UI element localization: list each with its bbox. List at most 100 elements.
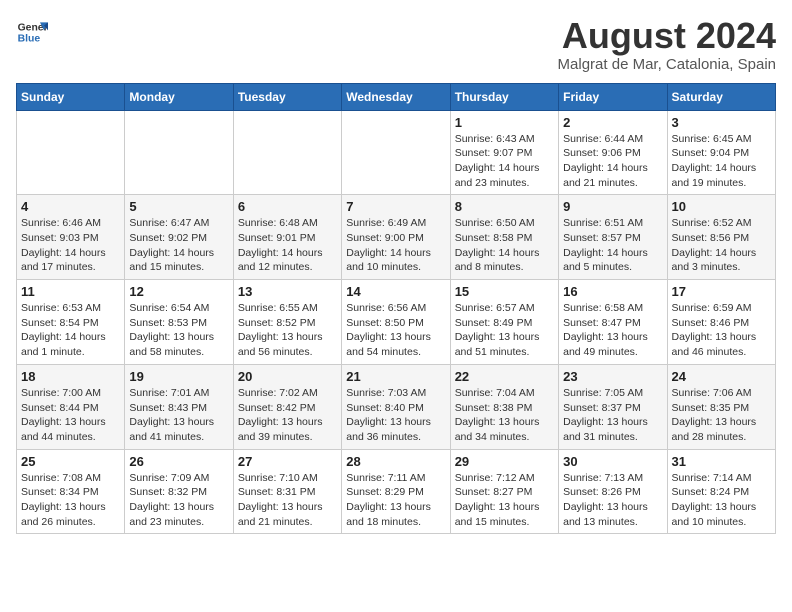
calendar-cell — [233, 110, 341, 195]
calendar-cell: 7 Sunrise: 6:49 AM Sunset: 9:00 PM Daylig… — [342, 195, 450, 280]
days-header-row: SundayMondayTuesdayWednesdayThursdayFrid… — [17, 83, 776, 110]
day-number: 17 — [672, 284, 771, 299]
day-number: 29 — [455, 454, 554, 469]
day-info: Sunrise: 7:09 AM Sunset: 8:32 PM Dayligh… — [129, 471, 228, 530]
day-number: 13 — [238, 284, 337, 299]
day-info: Sunrise: 7:02 AM Sunset: 8:42 PM Dayligh… — [238, 386, 337, 445]
day-number: 24 — [672, 369, 771, 384]
day-number: 14 — [346, 284, 445, 299]
day-number: 19 — [129, 369, 228, 384]
calendar-cell: 5Sunrise: 6:47 AM Sunset: 9:02 PM Daylig… — [125, 195, 233, 280]
calendar-week-row: 18 Sunrise: 7:00 AM Sunset: 8:44 PM Dayli… — [17, 364, 776, 449]
calendar-cell: 31Sunrise: 7:14 AM Sunset: 8:24 PM Dayli… — [667, 449, 775, 534]
day-info: Sunrise: 6:55 AM Sunset: 8:52 PM Dayligh… — [238, 301, 337, 360]
calendar-cell: 3Sunrise: 6:45 AM Sunset: 9:04 PM Daylig… — [667, 110, 775, 195]
calendar-cell: 21 Sunrise: 7:03 AM Sunset: 8:40 PM Dayli… — [342, 364, 450, 449]
day-info: Sunrise: 6:51 AM Sunset: 8:57 PM Dayligh… — [563, 216, 662, 275]
day-info: Sunrise: 6:58 AM Sunset: 8:47 PM Dayligh… — [563, 301, 662, 360]
day-info: Sunrise: 6:53 AM Sunset: 8:54 PM Dayligh… — [21, 301, 120, 360]
day-info: Sunrise: 7:08 AM Sunset: 8:34 PM Dayligh… — [21, 471, 120, 530]
calendar-cell: 29 Sunrise: 7:12 AM Sunset: 8:27 PM Dayli… — [450, 449, 558, 534]
day-number: 20 — [238, 369, 337, 384]
day-info: Sunrise: 7:10 AM Sunset: 8:31 PM Dayligh… — [238, 471, 337, 530]
day-number: 31 — [672, 454, 771, 469]
calendar-cell: 27 Sunrise: 7:10 AM Sunset: 8:31 PM Dayli… — [233, 449, 341, 534]
calendar-cell: 9 Sunrise: 6:51 AM Sunset: 8:57 PM Daylig… — [559, 195, 667, 280]
day-number: 1 — [455, 115, 554, 130]
calendar-cell: 18 Sunrise: 7:00 AM Sunset: 8:44 PM Dayli… — [17, 364, 125, 449]
svg-text:Blue: Blue — [18, 34, 41, 45]
day-number: 21 — [346, 369, 445, 384]
day-info: Sunrise: 6:57 AM Sunset: 8:49 PM Dayligh… — [455, 301, 554, 360]
calendar-cell: 19 Sunrise: 7:01 AM Sunset: 8:43 PM Dayli… — [125, 364, 233, 449]
day-number: 3 — [672, 115, 771, 130]
day-info: Sunrise: 7:03 AM Sunset: 8:40 PM Dayligh… — [346, 386, 445, 445]
day-info: Sunrise: 6:50 AM Sunset: 8:58 PM Dayligh… — [455, 216, 554, 275]
day-number: 10 — [672, 199, 771, 214]
day-info: Sunrise: 6:59 AM Sunset: 8:46 PM Dayligh… — [672, 301, 771, 360]
calendar-week-row: 1 Sunrise: 6:43 AM Sunset: 9:07 PM Daylig… — [17, 110, 776, 195]
header: General Blue August 2024 Malgrat de Mar,… — [16, 16, 776, 73]
calendar-table: SundayMondayTuesdayWednesdayThursdayFrid… — [16, 83, 776, 535]
day-info: Sunrise: 7:12 AM Sunset: 8:27 PM Dayligh… — [455, 471, 554, 530]
calendar-cell: 28Sunrise: 7:11 AM Sunset: 8:29 PM Dayli… — [342, 449, 450, 534]
calendar-cell: 20 Sunrise: 7:02 AM Sunset: 8:42 PM Dayli… — [233, 364, 341, 449]
calendar-cell: 22 Sunrise: 7:04 AM Sunset: 8:38 PM Dayli… — [450, 364, 558, 449]
calendar-cell: 30 Sunrise: 7:13 AM Sunset: 8:26 PM Dayli… — [559, 449, 667, 534]
day-number: 4 — [21, 199, 120, 214]
day-info: Sunrise: 6:49 AM Sunset: 9:00 PM Dayligh… — [346, 216, 445, 275]
day-info: Sunrise: 6:43 AM Sunset: 9:07 PM Dayligh… — [455, 132, 554, 191]
day-of-week-header: Tuesday — [233, 83, 341, 110]
day-info: Sunrise: 6:56 AM Sunset: 8:50 PM Dayligh… — [346, 301, 445, 360]
day-number: 28 — [346, 454, 445, 469]
calendar-cell: 4 Sunrise: 6:46 AM Sunset: 9:03 PM Daylig… — [17, 195, 125, 280]
logo-icon: General Blue — [16, 16, 48, 48]
calendar-cell — [125, 110, 233, 195]
calendar-cell: 23 Sunrise: 7:05 AM Sunset: 8:37 PM Dayli… — [559, 364, 667, 449]
day-number: 18 — [21, 369, 120, 384]
day-info: Sunrise: 6:48 AM Sunset: 9:01 PM Dayligh… — [238, 216, 337, 275]
calendar-cell — [342, 110, 450, 195]
calendar-cell: 16 Sunrise: 6:58 AM Sunset: 8:47 PM Dayli… — [559, 280, 667, 365]
day-info: Sunrise: 6:47 AM Sunset: 9:02 PM Dayligh… — [129, 216, 228, 275]
day-of-week-header: Monday — [125, 83, 233, 110]
day-number: 8 — [455, 199, 554, 214]
day-of-week-header: Wednesday — [342, 83, 450, 110]
day-number: 22 — [455, 369, 554, 384]
page-title: August 2024 — [558, 16, 776, 56]
calendar-cell: 26Sunrise: 7:09 AM Sunset: 8:32 PM Dayli… — [125, 449, 233, 534]
day-info: Sunrise: 7:04 AM Sunset: 8:38 PM Dayligh… — [455, 386, 554, 445]
day-number: 7 — [346, 199, 445, 214]
calendar-cell: 8 Sunrise: 6:50 AM Sunset: 8:58 PM Daylig… — [450, 195, 558, 280]
calendar-body: 1 Sunrise: 6:43 AM Sunset: 9:07 PM Daylig… — [17, 110, 776, 534]
day-info: Sunrise: 6:44 AM Sunset: 9:06 PM Dayligh… — [563, 132, 662, 191]
calendar-cell: 10 Sunrise: 6:52 AM Sunset: 8:56 PM Dayli… — [667, 195, 775, 280]
calendar-week-row: 4 Sunrise: 6:46 AM Sunset: 9:03 PM Daylig… — [17, 195, 776, 280]
day-number: 30 — [563, 454, 662, 469]
calendar-cell: 15 Sunrise: 6:57 AM Sunset: 8:49 PM Dayli… — [450, 280, 558, 365]
calendar-cell: 1 Sunrise: 6:43 AM Sunset: 9:07 PM Daylig… — [450, 110, 558, 195]
calendar-cell: 2Sunrise: 6:44 AM Sunset: 9:06 PM Daylig… — [559, 110, 667, 195]
day-info: Sunrise: 7:05 AM Sunset: 8:37 PM Dayligh… — [563, 386, 662, 445]
day-info: Sunrise: 7:13 AM Sunset: 8:26 PM Dayligh… — [563, 471, 662, 530]
title-area: August 2024 Malgrat de Mar, Catalonia, S… — [558, 16, 776, 73]
day-info: Sunrise: 7:06 AM Sunset: 8:35 PM Dayligh… — [672, 386, 771, 445]
day-info: Sunrise: 6:46 AM Sunset: 9:03 PM Dayligh… — [21, 216, 120, 275]
day-number: 6 — [238, 199, 337, 214]
day-number: 15 — [455, 284, 554, 299]
day-of-week-header: Friday — [559, 83, 667, 110]
calendar-cell: 11Sunrise: 6:53 AM Sunset: 8:54 PM Dayli… — [17, 280, 125, 365]
day-info: Sunrise: 6:52 AM Sunset: 8:56 PM Dayligh… — [672, 216, 771, 275]
day-number: 16 — [563, 284, 662, 299]
day-number: 27 — [238, 454, 337, 469]
day-number: 23 — [563, 369, 662, 384]
calendar-cell: 25Sunrise: 7:08 AM Sunset: 8:34 PM Dayli… — [17, 449, 125, 534]
calendar-cell — [17, 110, 125, 195]
logo: General Blue — [16, 16, 48, 48]
day-info: Sunrise: 7:01 AM Sunset: 8:43 PM Dayligh… — [129, 386, 228, 445]
day-number: 12 — [129, 284, 228, 299]
calendar-week-row: 11Sunrise: 6:53 AM Sunset: 8:54 PM Dayli… — [17, 280, 776, 365]
day-number: 9 — [563, 199, 662, 214]
day-info: Sunrise: 7:00 AM Sunset: 8:44 PM Dayligh… — [21, 386, 120, 445]
calendar-cell: 13 Sunrise: 6:55 AM Sunset: 8:52 PM Dayli… — [233, 280, 341, 365]
